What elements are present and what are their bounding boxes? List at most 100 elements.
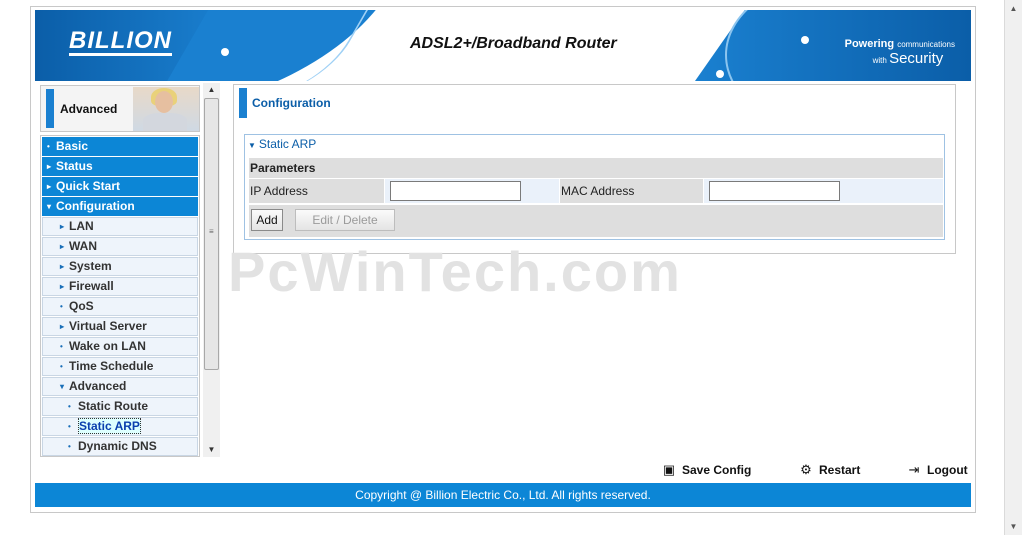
bullet-icon: •	[68, 402, 71, 411]
collapse-triangle-icon: ▼	[248, 141, 256, 150]
sidebar-item-wake-on-lan[interactable]: • Wake on LAN	[42, 337, 198, 356]
footer-copyright: Copyright @ Billion Electric Co., Ltd. A…	[35, 483, 971, 507]
sidebar-item-static-route[interactable]: • Static Route	[42, 397, 198, 416]
section-accent-bar	[46, 89, 54, 128]
sidebar-nav: • Basic ▸ Status ▸ Quick Start ▾ Configuration ▸…	[40, 135, 200, 457]
sidebar-item-label: Dynamic DNS	[78, 439, 157, 453]
sidebar-item-virtual-server[interactable]: ▸ Virtual Server	[42, 317, 198, 336]
sidebar-item-wan[interactable]: ▸ WAN	[42, 237, 198, 256]
sidebar-item-label: Wake on LAN	[69, 339, 146, 353]
brand-logo: BILLION	[69, 27, 172, 56]
sidebar-item-label: WAN	[69, 239, 97, 253]
scroll-down-arrow-icon[interactable]: ▼	[1005, 518, 1022, 535]
bullet-icon: •	[68, 442, 71, 451]
sidebar-item-label: Basic	[56, 139, 89, 153]
support-woman-photo	[133, 87, 199, 131]
sidebar-item-label: System	[69, 259, 112, 273]
panel-accent-bar	[239, 88, 247, 118]
sidebar-item-time-schedule[interactable]: • Time Schedule	[42, 357, 198, 376]
sidebar-item-label: Quick Start	[56, 179, 121, 193]
sidebar-item-label: Advanced	[69, 379, 127, 393]
save-config-button[interactable]: ▣ Save Config	[661, 461, 752, 479]
sidebar-item-basic[interactable]: • Basic	[42, 137, 198, 156]
ip-address-cell	[385, 179, 559, 203]
bullet-icon: •	[68, 422, 71, 431]
sidebar-item-qos[interactable]: • QoS	[42, 297, 198, 316]
sidebar-item-dynamic-dns[interactable]: • Dynamic DNS	[42, 437, 198, 456]
mac-address-cell	[704, 179, 943, 203]
bullet-icon: •	[60, 362, 63, 371]
collapsed-triangle-icon: ▸	[60, 242, 65, 251]
sidebar-item-label: Static ARP	[78, 418, 141, 434]
ip-address-input[interactable]	[390, 181, 521, 201]
tagline-big: Security	[889, 50, 944, 67]
scroll-up-arrow-icon[interactable]: ▲	[1005, 0, 1022, 17]
watermark: PcWinTech.com	[228, 240, 682, 303]
sidebar-item-label: Status	[56, 159, 93, 173]
mac-address-input[interactable]	[709, 181, 840, 201]
configuration-panel: Configuration ▼ Static ARP Parameters IP …	[233, 84, 956, 254]
sidebar-scrollbar[interactable]: ▲ ≡ ▼	[203, 83, 220, 457]
banner-dot	[221, 48, 229, 56]
banner-dot	[801, 36, 809, 44]
sidebar-item-static-arp[interactable]: • Static ARP	[42, 417, 198, 436]
restart-label: Restart	[819, 463, 861, 477]
fields-row: IP Address MAC Address	[249, 179, 943, 203]
section-title-text: Static ARP	[258, 137, 317, 151]
sidebar-item-label: Firewall	[69, 279, 114, 293]
sidebar-section-title: Advanced	[60, 102, 118, 116]
product-title: ADSL2+/Broadband Router	[410, 35, 617, 52]
add-button[interactable]: Add	[251, 209, 283, 231]
collapsed-triangle-icon: ▸	[60, 222, 65, 231]
save-disk-icon: ▣	[662, 462, 676, 477]
sidebar-item-label: QoS	[69, 299, 94, 313]
mac-address-label: MAC Address	[560, 179, 703, 203]
collapsed-triangle-icon: ▸	[47, 182, 52, 191]
collapsed-triangle-icon: ▸	[47, 162, 52, 171]
sidebar-item-label: Static Route	[78, 399, 149, 413]
tagline: Powering communications with Security	[845, 37, 955, 68]
sidebar-item-label: LAN	[69, 219, 94, 233]
sidebar-item-system[interactable]: ▸ System	[42, 257, 198, 276]
sidebar-scroll-down-icon[interactable]: ▼	[203, 443, 220, 457]
tagline-main: Powering	[844, 38, 895, 50]
restart-button[interactable]: ⚙ Restart	[798, 461, 860, 479]
collapsed-triangle-icon: ▸	[60, 262, 65, 271]
sidebar-item-label: Virtual Server	[69, 319, 147, 333]
tagline-with: with	[872, 56, 887, 65]
static-arp-section: ▼ Static ARP Parameters IP Address MAC Ad…	[244, 134, 945, 240]
banner-dot	[716, 70, 724, 78]
sidebar-item-label: Configuration	[56, 199, 135, 213]
panel-title: Configuration	[252, 96, 331, 110]
sidebar-item-quick-start[interactable]: ▸ Quick Start	[42, 177, 198, 196]
sidebar-section-header: Advanced	[40, 85, 200, 132]
sidebar-scroll-thumb[interactable]: ≡	[204, 98, 219, 370]
sidebar-item-advanced[interactable]: ▾ Advanced	[42, 377, 198, 396]
sidebar-item-lan[interactable]: ▸ LAN	[42, 217, 198, 236]
bullet-icon: •	[60, 342, 63, 351]
logout-button[interactable]: ⇥ Logout	[906, 461, 968, 479]
logout-label: Logout	[927, 463, 968, 477]
expanded-triangle-icon: ▾	[60, 382, 65, 391]
window-scrollbar[interactable]: ▲ ▼	[1004, 0, 1022, 535]
bullet-icon: •	[60, 302, 63, 311]
section-title[interactable]: ▼ Static ARP	[248, 137, 316, 151]
logout-door-icon: ⇥	[908, 462, 920, 477]
ip-address-label: IP Address	[249, 179, 384, 203]
header-banner: BILLION ADSL2+/Broadband Router Powering…	[35, 10, 971, 81]
save-config-label: Save Config	[682, 463, 752, 477]
collapsed-triangle-icon: ▸	[60, 282, 65, 291]
sidebar-item-firewall[interactable]: ▸ Firewall	[42, 277, 198, 296]
button-row: Add Edit / Delete	[249, 205, 943, 237]
sidebar-scroll-up-icon[interactable]: ▲	[203, 83, 220, 97]
sidebar-item-label: Time Schedule	[69, 359, 154, 373]
grip-icon: ≡	[209, 227, 214, 236]
sidebar-item-status[interactable]: ▸ Status	[42, 157, 198, 176]
bullet-icon: •	[47, 142, 50, 151]
edit-delete-button[interactable]: Edit / Delete	[295, 209, 395, 231]
sidebar-item-configuration[interactable]: ▾ Configuration	[42, 197, 198, 216]
expanded-triangle-icon: ▾	[47, 202, 52, 211]
parameters-header: Parameters	[249, 158, 943, 178]
collapsed-triangle-icon: ▸	[60, 322, 65, 331]
tagline-small: communications	[897, 40, 955, 49]
